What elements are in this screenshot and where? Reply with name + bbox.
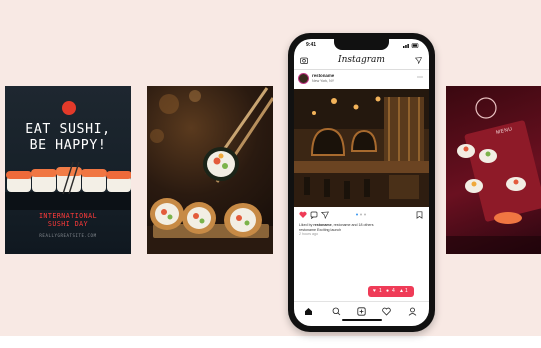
notif-heart-icon: ♥ — [373, 288, 376, 294]
signal-battery-icon — [403, 43, 419, 48]
notif-likes-count: 1 — [379, 288, 382, 294]
poster-subtitle-line1: INTERNATIONAL — [38, 212, 98, 220]
red-sun-icon — [62, 101, 76, 115]
sushi-day-poster-card: EAT SUSHI, BE HAPPY! INTERNATIONAL SUSHI… — [5, 86, 131, 254]
notif-follows-count: 1 — [405, 288, 408, 294]
activity-notification-badge[interactable]: ♥ 1 ● 4 ▲ 1 — [368, 286, 414, 297]
caption-meta: 2 hours ago — [299, 232, 318, 237]
direct-message-icon[interactable] — [415, 57, 422, 64]
share-icon[interactable] — [321, 211, 329, 219]
caption-liked-by: Liked by — [299, 223, 313, 227]
caption-user[interactable]: restoname — [313, 223, 331, 227]
post-caption: Liked by restoname, restoname and 18 oth… — [299, 223, 424, 237]
sushi-menu-photo-card: MENU — [446, 86, 541, 254]
carousel-dots — [356, 213, 366, 216]
poster-subtitle: INTERNATIONAL SUSHI DAY — [5, 212, 131, 228]
post-username[interactable]: restoname — [312, 73, 334, 78]
heart-icon[interactable] — [299, 211, 307, 219]
phone-mockup: 9:41 Instagram restoname New York, NY ⋯ … — [288, 33, 435, 332]
more-options-icon[interactable]: ⋯ — [417, 74, 423, 81]
post-location[interactable]: New York, NY — [312, 79, 334, 83]
promo-stage: EAT SUSHI, BE HAPPY! INTERNATIONAL SUSHI… — [0, 0, 541, 348]
home-icon[interactable] — [304, 307, 313, 316]
phone-notch — [334, 39, 389, 50]
notif-comment-icon: ● — [386, 288, 390, 294]
post-actions — [294, 209, 429, 221]
home-indicator — [342, 319, 382, 321]
chopsticks-sushi-photo-card — [147, 86, 273, 254]
poster-headline-line1: EAT SUSHI, — [25, 122, 111, 137]
poster-url: REALLYGREATSITE.COM — [39, 233, 97, 238]
profile-icon[interactable] — [408, 307, 417, 316]
notif-comments-count: 4 — [392, 288, 395, 294]
phone-screen: 9:41 Instagram restoname New York, NY ⋯ … — [294, 39, 429, 326]
sushi-row-image — [5, 162, 131, 210]
instagram-header: Instagram — [294, 53, 429, 70]
new-post-icon[interactable] — [357, 307, 366, 316]
restaurant-interior-photo — [294, 89, 429, 207]
instagram-logo: Instagram — [338, 55, 385, 65]
search-icon[interactable] — [332, 307, 341, 316]
status-bar: 9:41 — [294, 39, 429, 51]
poster-headline-line2: BE HAPPY! — [29, 138, 107, 153]
status-time: 9:41 — [306, 42, 317, 48]
comment-icon[interactable] — [310, 211, 318, 219]
avatar[interactable] — [298, 73, 309, 84]
bookmark-icon[interactable] — [416, 211, 423, 219]
notif-user-icon: ▲ — [399, 288, 404, 294]
sushi-menu-image — [446, 97, 541, 254]
post-header: restoname New York, NY ⋯ — [294, 70, 429, 88]
poster-headline: EAT SUSHI, BE HAPPY! — [5, 122, 131, 154]
poster-subtitle-line2: SUSHI DAY — [47, 220, 89, 228]
sushi-chopsticks-image — [147, 87, 273, 254]
activity-heart-icon[interactable] — [382, 307, 391, 316]
caption-rest: , restoname and 18 others — [331, 223, 374, 227]
